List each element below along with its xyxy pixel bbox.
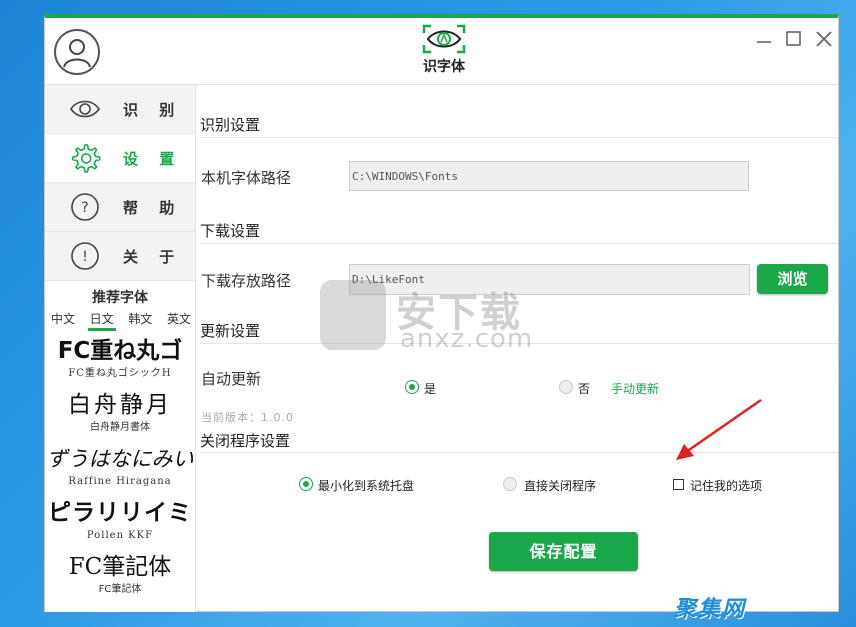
font-list: FC重ね丸ゴ FC重ね丸ゴシックH 白舟静月 白舟静月書体 ずうはなにみい Ra… (45, 335, 195, 605)
sidebar-item-label: 设 置 (123, 150, 183, 168)
svg-text:!: ! (82, 249, 88, 265)
app-window: 识字体 识 别 设 置 ? 帮 助 ! 关 于 推荐字体 中文 日文 韩文 英文… (44, 14, 839, 612)
annotation-arrow-icon (676, 398, 762, 460)
sidebar-item-help[interactable]: ? 帮 助 (45, 183, 195, 232)
section-title-close: 关闭程序设置 (200, 432, 291, 450)
font-name: Raffine Hiragana (68, 476, 172, 487)
font-language-tabs: 中文 日文 韩文 英文 (45, 310, 195, 331)
version-text: 当前版本：1.0.0 (201, 411, 294, 424)
section-title-recognize: 识别设置 (200, 116, 261, 134)
section-title-update: 更新设置 (200, 322, 261, 340)
font-path-label: 本机字体路径 (201, 169, 292, 187)
tab-japanese[interactable]: 日文 (87, 310, 116, 331)
divider (200, 343, 838, 344)
sidebar-item-label: 关 于 (123, 248, 183, 266)
remember-choice-label: 记住我的选项 (690, 479, 763, 493)
gear-icon (72, 144, 101, 173)
auto-update-yes-radio[interactable] (405, 380, 419, 394)
tab-korean[interactable]: 韩文 (128, 310, 152, 331)
sidebar-item-label: 识 别 (123, 101, 183, 119)
minimize-icon (757, 41, 771, 43)
app-logo: 识字体 (419, 24, 469, 78)
close-button[interactable] (813, 28, 835, 50)
minimize-to-tray-label: 最小化到系统托盘 (318, 479, 415, 493)
maximize-button[interactable] (783, 28, 805, 50)
sidebar: 识 别 设 置 ? 帮 助 ! 关 于 推荐字体 中文 日文 韩文 英文 FC重… (45, 85, 196, 612)
font-item[interactable]: FC筆記体 FC筆記体 (45, 551, 195, 605)
font-item[interactable]: ずうはなにみい Raffine Hiragana (45, 443, 195, 497)
eye-logo-icon (422, 24, 466, 54)
question-icon: ? (71, 193, 99, 221)
sidebar-item-about[interactable]: ! 关 于 (45, 232, 195, 281)
section-title-download: 下载设置 (200, 222, 261, 240)
exit-directly-radio[interactable] (503, 477, 517, 491)
auto-update-no-label: 否 (578, 382, 591, 396)
app-title: 识字体 (423, 59, 465, 75)
font-item[interactable]: FC重ね丸ゴ FC重ね丸ゴシックH (45, 335, 195, 389)
download-path-field[interactable]: D:\LikeFont (349, 264, 750, 295)
font-name: Pollen KKF (86, 530, 154, 541)
close-icon (816, 31, 832, 47)
font-sample: ずうはなにみい (46, 447, 194, 471)
exit-directly-label: 直接关闭程序 (524, 479, 597, 493)
browse-button[interactable]: 浏览 (757, 264, 828, 294)
font-name: 白舟静月書体 (90, 422, 150, 433)
avatar[interactable] (54, 29, 100, 75)
font-sample: ピラリリイミ (48, 500, 192, 526)
auto-update-label: 自动更新 (201, 370, 262, 388)
title-bar: 识字体 (45, 18, 838, 85)
font-sample: FC筆記体 (68, 554, 172, 580)
corner-watermark: 聚集网 (674, 597, 747, 622)
minimize-button[interactable] (753, 28, 775, 50)
auto-update-no-radio[interactable] (559, 380, 573, 394)
font-sample: 白舟静月 (68, 392, 172, 418)
save-button[interactable]: 保存配置 (489, 532, 638, 571)
auto-update-yes-label: 是 (424, 382, 437, 396)
remember-choice-checkbox[interactable] (673, 479, 684, 490)
divider (200, 243, 838, 244)
font-item[interactable]: 白舟静月 白舟静月書体 (45, 389, 195, 443)
recommend-title: 推荐字体 (92, 290, 148, 306)
sidebar-item-recognize[interactable]: 识 别 (45, 85, 195, 134)
maximize-icon (786, 31, 801, 46)
tab-english[interactable]: 英文 (167, 310, 191, 331)
sidebar-item-settings[interactable]: 设 置 (45, 134, 195, 183)
divider (200, 137, 838, 138)
font-name: FC重ね丸ゴシックH (68, 368, 172, 379)
sidebar-item-label: 帮 助 (123, 199, 183, 217)
font-name: FC筆記体 (98, 584, 142, 595)
font-sample: FC重ね丸ゴ (57, 338, 183, 364)
user-icon (63, 39, 91, 68)
font-path-field[interactable]: C:\WINDOWS\Fonts (349, 161, 749, 191)
font-item[interactable]: ピラリリイミ Pollen KKF (45, 497, 195, 551)
info-icon: ! (71, 242, 99, 270)
svg-text:?: ? (81, 200, 88, 216)
download-path-label: 下载存放路径 (201, 272, 292, 290)
settings-panel: 识别设置 本机字体路径 C:\WINDOWS\Fonts 下载设置 下载存放路径… (196, 85, 838, 612)
manual-update-link[interactable]: 手动更新 (611, 380, 659, 397)
tab-chinese[interactable]: 中文 (51, 310, 75, 331)
eye-icon (70, 100, 100, 118)
minimize-to-tray-radio[interactable] (299, 477, 313, 491)
